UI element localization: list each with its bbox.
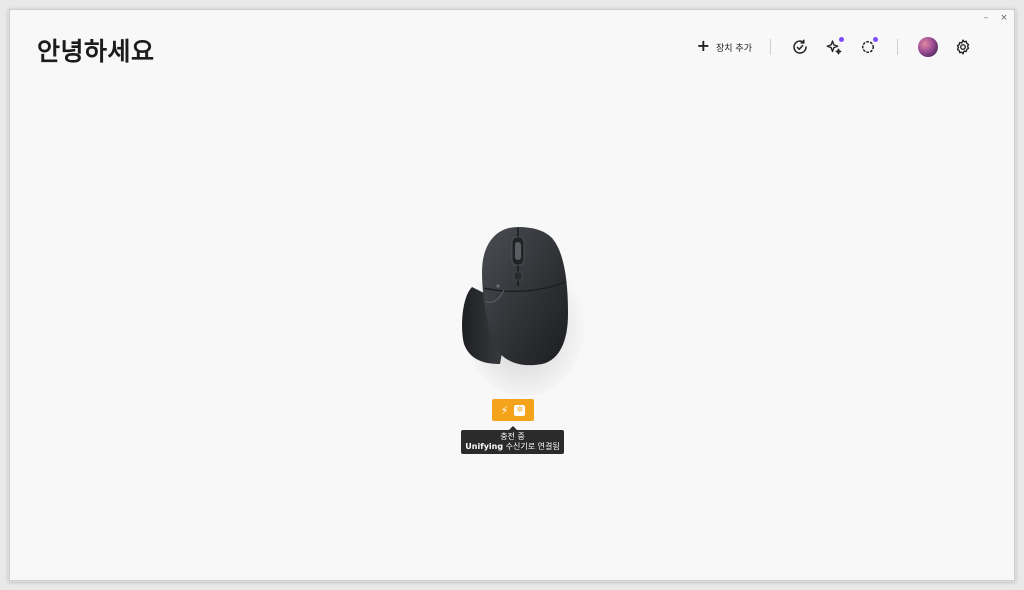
mouse-device-card[interactable] — [448, 222, 588, 397]
add-device-label: 장치 추가 — [716, 43, 752, 54]
settings-button[interactable] — [952, 36, 974, 58]
unifying-receiver-icon: ✲ — [514, 404, 526, 416]
gear-icon — [956, 39, 970, 55]
tooltip-connection-text: Unifying 수신기로 연결됨 — [461, 442, 564, 452]
tooltip-charging-text: 충전 중 — [500, 432, 525, 441]
top-toolbar: + 장치 추가 — [691, 34, 980, 60]
notification-dot — [873, 37, 878, 42]
page-title: 안녕하세요 — [37, 37, 155, 66]
mouse-image — [462, 227, 586, 396]
update-button[interactable] — [789, 36, 811, 58]
check-circle-icon — [793, 39, 807, 54]
smart-actions-button[interactable] — [823, 36, 845, 58]
status-tooltip: 충전 중 Unifying 수신기로 연결됨 — [461, 426, 564, 454]
notification-dot — [839, 37, 844, 42]
avatar[interactable] — [918, 37, 938, 57]
tooltip-connection-suffix: 수신기로 연결됨 — [503, 442, 560, 451]
toolbar-divider — [770, 39, 771, 55]
toolbar-divider — [897, 39, 898, 55]
add-icon: + — [696, 36, 711, 55]
minimize-button[interactable]: – — [980, 13, 992, 23]
device-status-badge[interactable]: ⚡ ✲ — [492, 399, 534, 421]
close-button[interactable]: × — [998, 13, 1010, 23]
window-controls: – × — [980, 13, 1010, 23]
add-device-button[interactable]: + 장치 추가 — [691, 36, 758, 58]
bolt-icon: ⚡ — [500, 403, 509, 417]
flow-button[interactable] — [857, 36, 879, 58]
tooltip-receiver-name: Unifying — [465, 442, 504, 451]
